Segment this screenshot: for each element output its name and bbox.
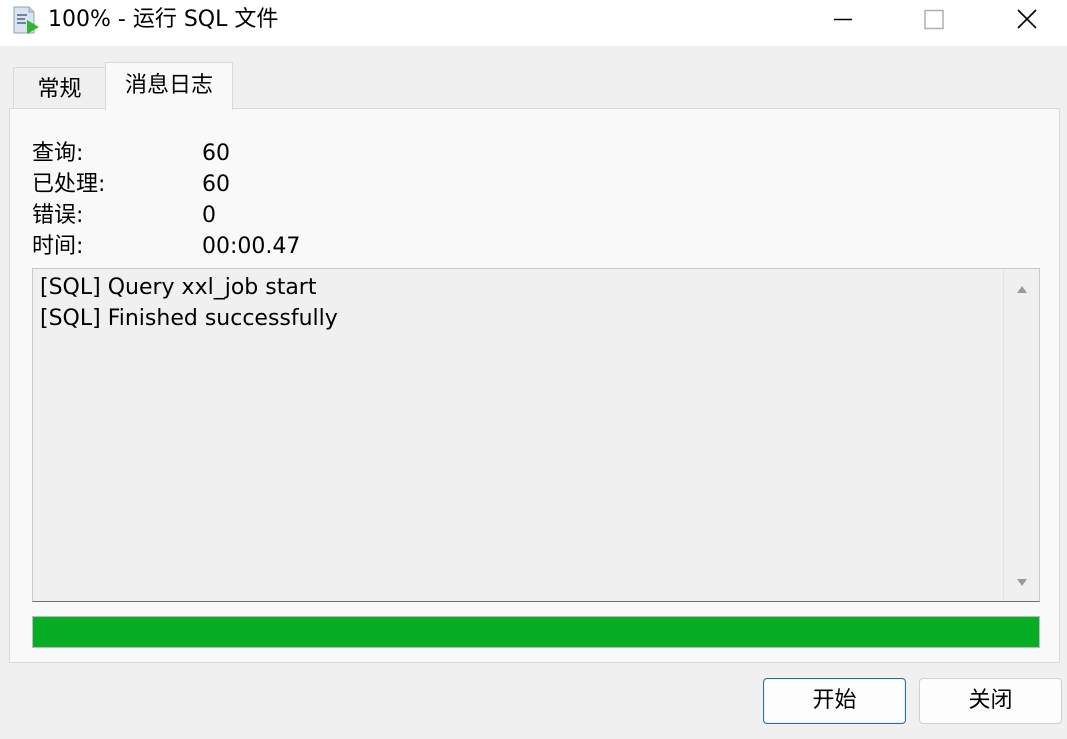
- sql-file-run-icon: [12, 5, 40, 35]
- processed-value: 60: [202, 172, 230, 197]
- title-bar: 100% - 运行 SQL 文件: [0, 0, 1067, 46]
- minimize-icon: [834, 18, 852, 21]
- time-value: 00:00.47: [202, 234, 301, 259]
- close-window-button[interactable]: [992, 0, 1062, 40]
- progress-bar-fill: [33, 617, 1039, 647]
- message-log-textarea[interactable]: [SQL] Query xxl_job start [SQL] Finished…: [32, 268, 1040, 602]
- maximize-icon: [924, 9, 944, 30]
- processed-label: 已处理:: [32, 172, 106, 197]
- log-line: [SQL] Finished successfully: [40, 306, 338, 331]
- queries-value: 60: [202, 141, 230, 166]
- close-button[interactable]: 关闭: [919, 678, 1062, 724]
- time-label: 时间:: [32, 234, 84, 259]
- progress-bar: [32, 616, 1040, 648]
- close-icon: [1017, 9, 1037, 29]
- queries-label: 查询:: [32, 141, 84, 166]
- maximize-button[interactable]: [898, 0, 968, 40]
- log-line: [SQL] Query xxl_job start: [40, 275, 317, 300]
- errors-label: 错误:: [32, 203, 84, 228]
- start-button[interactable]: 开始: [763, 678, 906, 724]
- minimize-button[interactable]: [808, 0, 878, 40]
- scroll-down-arrow-icon[interactable]: [1016, 578, 1028, 588]
- vertical-scrollbar[interactable]: [1003, 269, 1039, 601]
- scroll-up-arrow-icon[interactable]: [1016, 284, 1028, 294]
- tab-message-log[interactable]: 消息日志: [105, 62, 233, 110]
- window-title: 100% - 运行 SQL 文件: [48, 7, 279, 32]
- tab-general[interactable]: 常规: [13, 67, 106, 109]
- errors-value: 0: [202, 203, 216, 228]
